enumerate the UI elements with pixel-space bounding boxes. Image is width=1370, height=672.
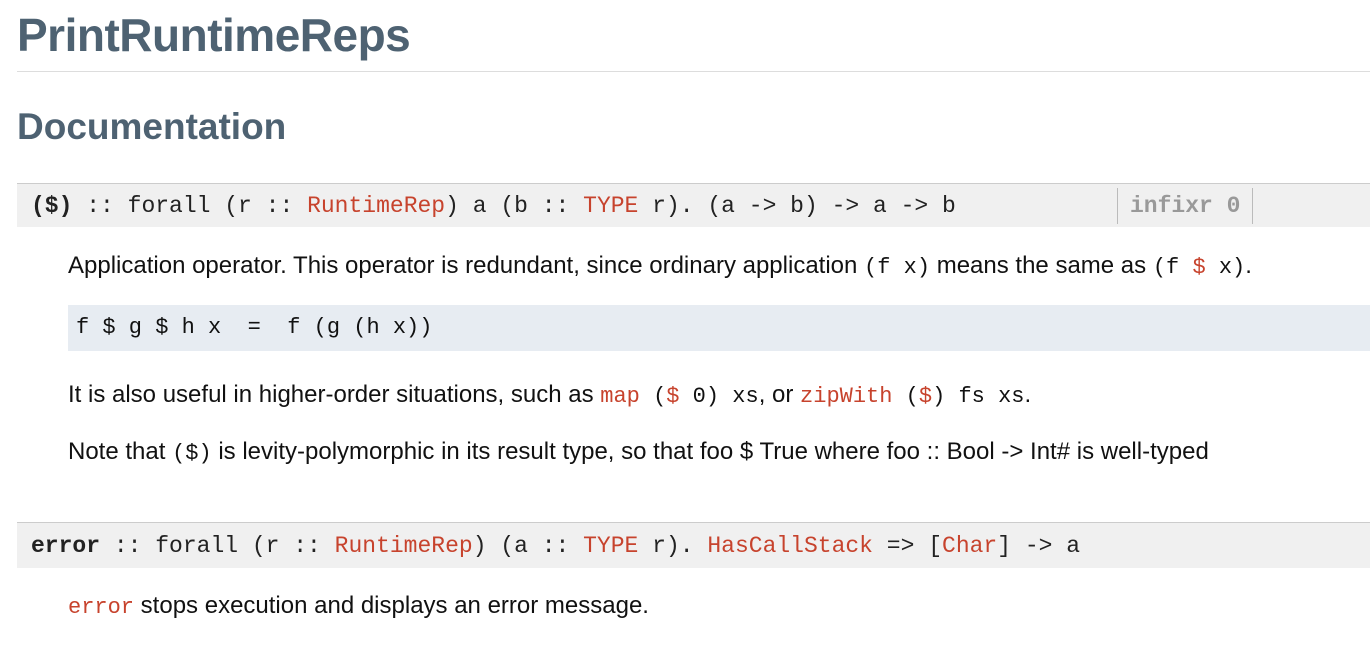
zipwith-link[interactable]: zipWith	[800, 384, 892, 409]
dollar-signature-text: ($) :: forall (r :: RuntimeRep) a (b :: …	[31, 191, 956, 221]
map-link[interactable]: map	[600, 384, 640, 409]
sig-part: ) (a ::	[472, 532, 584, 559]
code-part: (f	[1152, 255, 1193, 280]
dollar-op-link[interactable]: $	[1192, 255, 1205, 280]
type-sep: ::	[72, 192, 128, 219]
inline-code: ($)	[172, 441, 212, 466]
type-link[interactable]: TYPE	[583, 193, 638, 219]
code-part: x)	[1205, 255, 1246, 280]
inline-code: zipWith ($) fs xs	[800, 384, 1024, 409]
runtimerep-link[interactable]: RuntimeRep	[335, 533, 473, 559]
code-part: 0) xs	[679, 384, 759, 409]
code-part: (	[639, 384, 667, 409]
documentation-page: PrintRuntimeReps Documentation ($) :: fo…	[0, 0, 1370, 672]
error-name[interactable]: error	[31, 533, 100, 559]
error-link[interactable]: error	[68, 595, 134, 620]
dollar-doc-paragraph-2: It is also useful in higher-order situat…	[68, 380, 1031, 412]
type-sep: ::	[100, 532, 156, 559]
doc-text: Note that	[68, 438, 173, 465]
example-code-block: f $ g $ h x = f (g (h x))	[68, 305, 1370, 351]
doc-text: means the same as	[930, 252, 1153, 279]
error-signature-text: error :: forall (r :: RuntimeRep) (a :: …	[31, 531, 1080, 561]
dollar-name[interactable]: ($)	[31, 193, 72, 219]
dollar-signature: ($) :: forall (r :: RuntimeRep) a (b :: …	[17, 183, 1370, 227]
inline-code: (f x)	[864, 255, 931, 280]
doc-text: .	[1245, 252, 1252, 279]
doc-text: .	[1024, 381, 1032, 408]
section-heading: Documentation	[17, 106, 287, 147]
sig-part: forall (r ::	[155, 532, 335, 559]
doc-text: , or	[758, 381, 801, 408]
code-part: ) fs xs	[932, 384, 1025, 409]
dollar-op-link[interactable]: $	[919, 384, 932, 409]
module-title: PrintRuntimeReps	[17, 9, 411, 61]
doc-text: It is also useful in higher-order situat…	[68, 381, 601, 408]
sig-part: forall (r ::	[127, 192, 308, 219]
code-part: (	[892, 384, 919, 409]
doc-text: stops execution and displays an error me…	[134, 592, 649, 619]
doc-text: is levity-polymorphic in its result type…	[211, 438, 1209, 465]
dollar-op-link[interactable]: $	[666, 384, 679, 409]
fixity-label: infixr 0	[1117, 187, 1254, 224]
type-link[interactable]: TYPE	[583, 533, 638, 559]
error-doc-paragraph: error stops execution and displays an er…	[68, 591, 649, 623]
inline-code: (f $ x)	[1153, 255, 1245, 280]
sig-part: ) a (b ::	[445, 192, 584, 219]
sig-part: r).	[638, 532, 708, 559]
sig-part: => [	[873, 532, 943, 559]
doc-text: Application operator. This operator is r…	[68, 252, 865, 279]
error-signature: error :: forall (r :: RuntimeRep) (a :: …	[17, 522, 1370, 568]
runtimerep-link[interactable]: RuntimeRep	[307, 193, 445, 219]
sig-part: ] -> a	[997, 532, 1081, 559]
hascallstack-link[interactable]: HasCallStack	[707, 533, 873, 559]
dollar-doc-paragraph-3: Note that ($) is levity-polymorphic in i…	[68, 437, 1209, 469]
char-link[interactable]: Char	[942, 533, 997, 559]
inline-code: map ($ 0) xs	[600, 384, 758, 409]
dollar-doc-paragraph-1: Application operator. This operator is r…	[68, 251, 1252, 283]
title-divider	[17, 71, 1370, 72]
sig-part: r). (a -> b) -> a -> b	[638, 192, 956, 219]
